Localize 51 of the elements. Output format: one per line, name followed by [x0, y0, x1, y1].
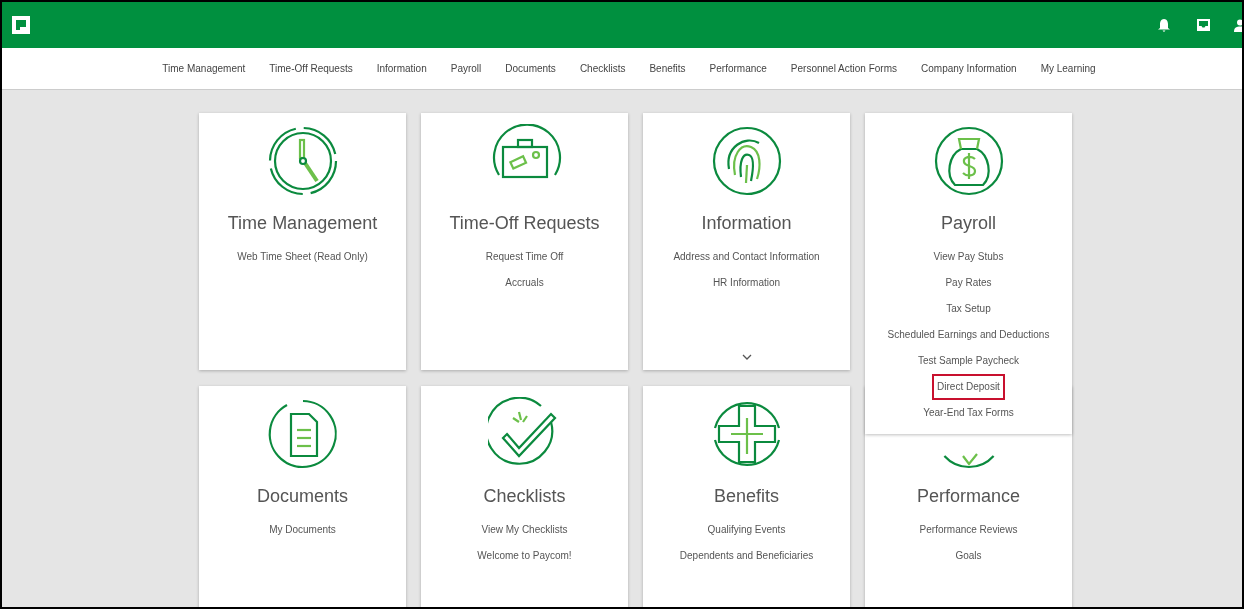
card-link[interactable]: Tax Setup: [943, 298, 994, 320]
card-title: Documents: [256, 485, 348, 507]
document-icon: [268, 399, 337, 468]
money-bag-icon: [934, 126, 1003, 196]
nav-link[interactable]: Time Management: [162, 61, 246, 76]
inbox-icon[interactable]: [1197, 19, 1210, 31]
card-link[interactable]: Web Time Sheet (Read Only): [234, 246, 371, 268]
user-icon[interactable]: [1234, 18, 1242, 32]
card-title: Time Management: [227, 212, 378, 234]
card-link[interactable]: Welcome to Paycom!: [474, 545, 575, 567]
card-link[interactable]: Goals: [952, 545, 985, 567]
nav-link[interactable]: Company Information: [921, 61, 1017, 76]
card-link[interactable]: Dependents and Beneficiaries: [676, 545, 817, 567]
card-title: Benefits: [713, 485, 779, 507]
checkmark-icon: [487, 397, 557, 465]
card-link[interactable]: Direct Deposit: [934, 376, 1003, 398]
card-link[interactable]: Request Time Off: [482, 246, 567, 268]
card-link[interactable]: HR Information: [709, 272, 784, 294]
nav-link[interactable]: Time-Off Requests: [269, 61, 353, 76]
card-title: Time-Off Requests: [449, 212, 600, 234]
checkmark-icon: [943, 453, 994, 469]
fingerprint-icon: [712, 126, 781, 196]
card-title: Information: [701, 212, 792, 234]
card-title: Performance: [916, 485, 1020, 507]
card-link[interactable]: Pay Rates: [942, 272, 995, 294]
card-link[interactable]: My Documents: [266, 519, 339, 541]
bell-icon[interactable]: [1158, 18, 1170, 32]
card-link[interactable]: Address and Contact Information: [670, 246, 823, 268]
nav-link[interactable]: Personnel Action Forms: [790, 61, 897, 76]
nav-link[interactable]: Documents: [505, 61, 556, 76]
card-link[interactable]: Qualifying Events: [704, 519, 789, 541]
chevron-down-icon[interactable]: [741, 354, 752, 360]
nav-link[interactable]: My Learning: [1040, 61, 1096, 76]
card-link[interactable]: View My Checklists: [478, 519, 571, 541]
card-link[interactable]: View Pay Stubs: [930, 246, 1007, 268]
logo-icon[interactable]: [12, 16, 30, 34]
medical-cross-icon: [713, 402, 780, 466]
clock-icon: [268, 126, 337, 196]
nav-link[interactable]: Benefits: [649, 61, 686, 76]
card-link[interactable]: Scheduled Earnings and Deductions: [884, 324, 1053, 346]
card-title: Payroll: [941, 212, 996, 234]
card-link[interactable]: Year-End Tax Forms: [920, 402, 1017, 424]
card-link[interactable]: Performance Reviews: [916, 519, 1021, 541]
card-title: Checklists: [483, 485, 566, 507]
nav-link[interactable]: Checklists: [579, 61, 626, 76]
nav-link[interactable]: Performance: [709, 61, 767, 76]
nav-link[interactable]: Payroll: [450, 61, 482, 76]
card-link[interactable]: Test Sample Paycheck: [914, 350, 1023, 372]
nav-link[interactable]: Information: [376, 61, 427, 76]
card-link[interactable]: Accruals: [502, 272, 547, 294]
suitcase-icon: [492, 124, 561, 179]
